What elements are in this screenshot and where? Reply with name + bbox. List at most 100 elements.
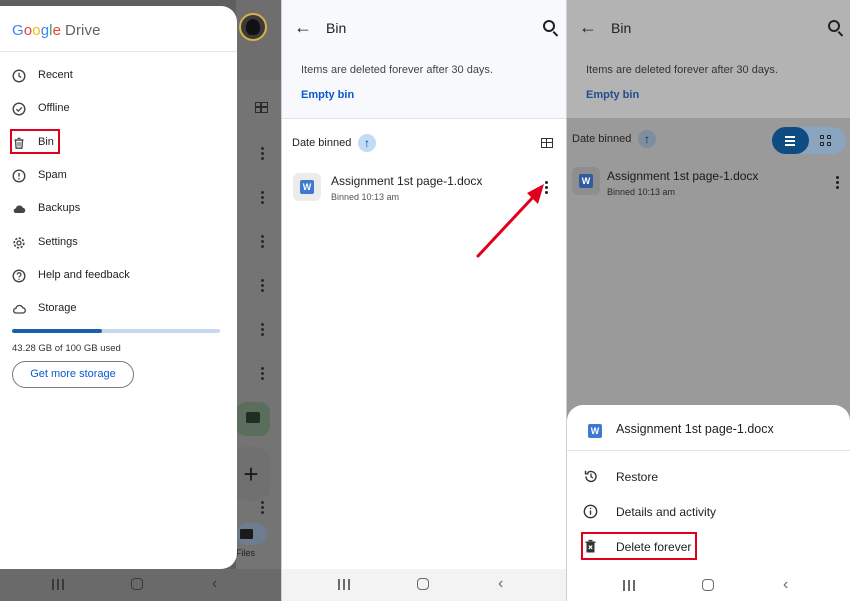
cloud-icon: [13, 205, 26, 214]
bin-screen-panel: ← Bin Items are deleted forever after 30…: [282, 0, 566, 601]
file-subtitle: Binned 10:13 am: [607, 187, 676, 197]
sheet-file-name: Assignment 1st page-1.docx: [616, 422, 774, 436]
page-title: Bin: [611, 20, 632, 36]
highlight-box-bin: [10, 129, 60, 154]
grid-view-icon[interactable]: [255, 102, 268, 113]
storage-progress-fill: [12, 329, 103, 333]
word-file-icon: W: [293, 173, 321, 201]
recent-apps-button[interactable]: [338, 579, 350, 590]
more-options-icon[interactable]: [260, 322, 264, 336]
recent-apps-button[interactable]: [52, 579, 64, 590]
divider: [0, 51, 237, 52]
home-button[interactable]: [702, 579, 714, 591]
system-back-button[interactable]: ‹: [783, 577, 788, 593]
drawer-item-help[interactable]: Help and feedback: [12, 266, 212, 286]
new-fab[interactable]: +: [232, 447, 270, 501]
files-nav-label: Files: [236, 548, 256, 558]
spam-icon: [12, 169, 26, 183]
files-nav-button[interactable]: [236, 523, 267, 545]
back-button[interactable]: ←: [579, 18, 597, 36]
background-app-topbar: [236, 0, 281, 80]
storage-progress-bar: [12, 329, 220, 333]
list-view-button[interactable]: [772, 127, 809, 154]
restore-icon: [584, 470, 597, 483]
system-nav-bar: ‹: [0, 569, 281, 601]
drawer-item-settings[interactable]: Settings: [12, 233, 212, 253]
more-options-icon[interactable]: [260, 190, 264, 204]
drawer-item-spam[interactable]: Spam: [12, 166, 212, 186]
camera-icon: [246, 412, 260, 423]
bin-notice: Items are deleted forever after 30 days.: [586, 64, 778, 76]
file-subtitle: Binned 10:13 am: [331, 192, 400, 202]
restore-option[interactable]: Restore: [583, 467, 833, 487]
system-nav-bar: ‹: [282, 569, 566, 601]
more-options-icon[interactable]: [260, 278, 264, 292]
more-options-icon[interactable]: [260, 366, 264, 380]
highlight-box-delete-forever: [581, 532, 697, 560]
sort-direction-arrow-icon[interactable]: ↑: [638, 130, 656, 148]
more-options-icon[interactable]: [260, 146, 264, 160]
get-more-storage-button[interactable]: Get more storage: [12, 361, 134, 388]
option-label: Details and activity: [616, 505, 717, 519]
drawer-item-storage[interactable]: Storage: [12, 299, 212, 319]
help-icon: [12, 269, 26, 283]
more-options-icon[interactable]: [260, 234, 264, 248]
drawer-item-offline[interactable]: Offline: [12, 99, 212, 119]
details-and-activity-option[interactable]: Details and activity: [583, 502, 833, 522]
drawer-item-label: Recent: [38, 69, 73, 81]
bin-header: ← Bin Items are deleted forever after 30…: [567, 0, 850, 118]
offline-check-icon: [12, 102, 26, 116]
option-label: Restore: [616, 470, 659, 484]
file-name: Assignment 1st page-1.docx: [331, 174, 483, 188]
drawer-item-label: Spam: [38, 169, 67, 181]
gear-icon: [13, 237, 25, 249]
home-button[interactable]: [131, 578, 143, 590]
bin-sheet-panel: ← Bin Items are deleted forever after 30…: [567, 0, 850, 601]
system-back-button[interactable]: ‹: [212, 576, 217, 592]
sort-label[interactable]: Date binned: [292, 137, 351, 149]
google-drive-logo: Google Drive: [12, 22, 101, 39]
empty-bin-button[interactable]: Empty bin: [301, 89, 354, 101]
recent-apps-button[interactable]: [623, 580, 635, 591]
bin-notice: Items are deleted forever after 30 days.: [301, 64, 493, 76]
drawer-item-backups[interactable]: Backups: [12, 199, 212, 219]
annotation-arrow: [476, 184, 544, 258]
search-icon[interactable]: [543, 20, 555, 32]
file-row[interactable]: W Assignment 1st page-1.docx Binned 10:1…: [567, 162, 850, 206]
avatar[interactable]: [239, 13, 267, 41]
back-button[interactable]: ←: [294, 18, 312, 36]
sort-label[interactable]: Date binned: [572, 133, 631, 145]
bin-header: ← Bin Items are deleted forever after 30…: [282, 0, 566, 118]
sort-direction-arrow-icon[interactable]: ↑: [358, 134, 376, 152]
navigation-drawer: Google Drive Recent Offline Bin Spam Back…: [0, 6, 237, 569]
divider: [567, 450, 850, 451]
system-back-button[interactable]: ‹: [498, 576, 503, 592]
camera-fab[interactable]: [236, 402, 270, 436]
system-nav-bar: ‹: [567, 570, 850, 601]
view-toggle[interactable]: [772, 127, 846, 154]
drawer-item-label: Offline: [38, 102, 70, 114]
drawer-item-recent[interactable]: Recent: [12, 66, 212, 86]
bottom-sheet: W Assignment 1st page-1.docx Restore Det…: [567, 405, 850, 570]
drive-drawer-panel: + Files Google Drive Recent Offline Bin S…: [0, 0, 281, 601]
word-file-icon: W: [572, 167, 600, 195]
drawer-item-label: Help and feedback: [38, 269, 130, 281]
more-options-icon[interactable]: [260, 500, 264, 514]
word-file-icon: W: [581, 417, 609, 445]
file-more-options-icon[interactable]: [834, 176, 840, 190]
drawer-item-label: Storage: [38, 302, 77, 314]
divider: [282, 118, 566, 119]
file-name: Assignment 1st page-1.docx: [607, 169, 759, 183]
grid-view-icon[interactable]: [541, 138, 553, 148]
drawer-item-label: Settings: [38, 236, 78, 248]
empty-bin-button[interactable]: Empty bin: [586, 89, 639, 101]
page-title: Bin: [326, 20, 347, 36]
drawer-item-label: Backups: [38, 202, 81, 214]
search-icon[interactable]: [828, 20, 840, 32]
cloud-outline-icon: [13, 304, 26, 314]
home-button[interactable]: [417, 578, 429, 590]
clock-icon: [12, 69, 26, 83]
folder-icon: [240, 529, 253, 539]
background-app: [236, 0, 281, 601]
info-icon: [583, 504, 598, 519]
